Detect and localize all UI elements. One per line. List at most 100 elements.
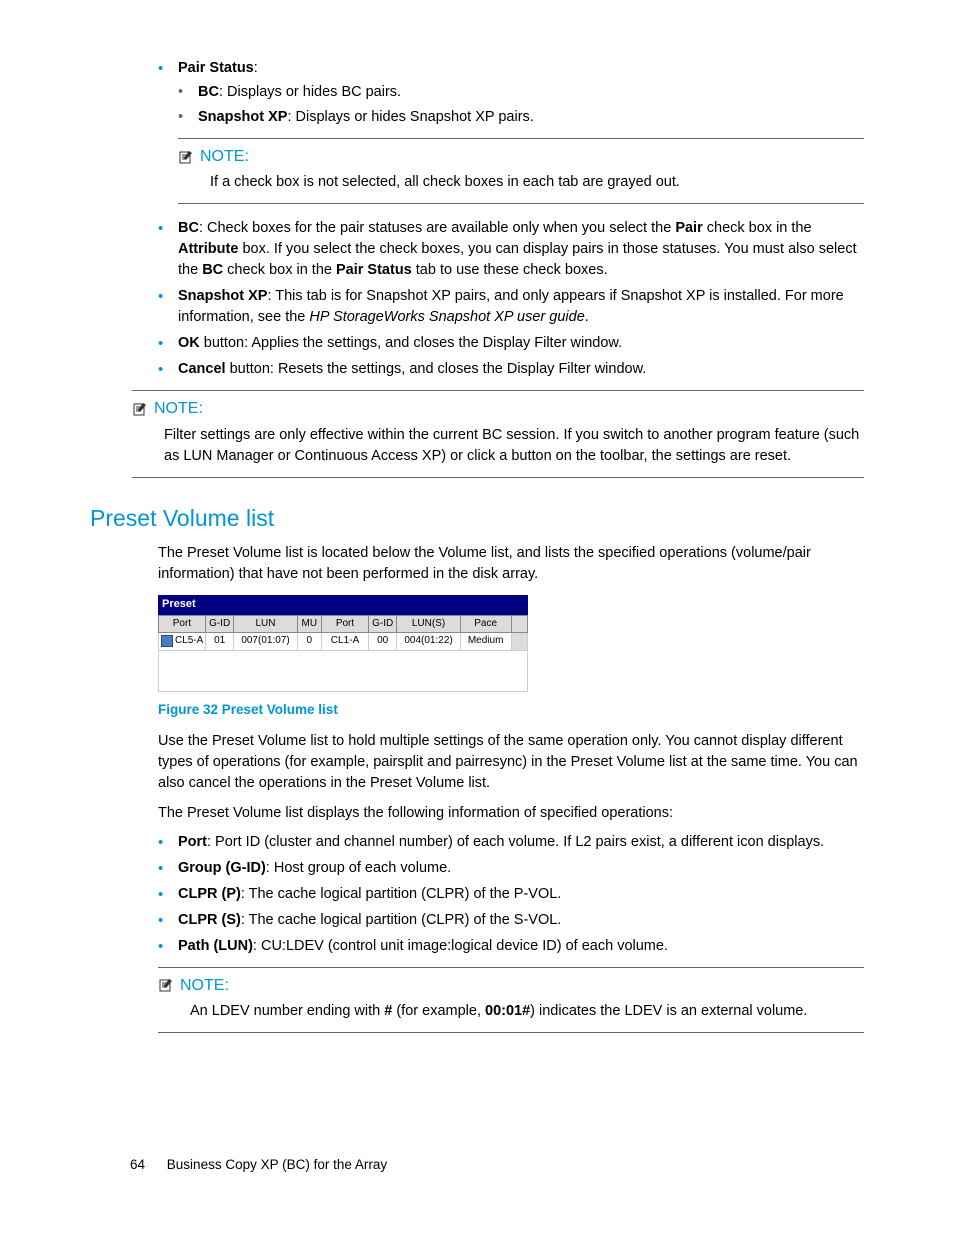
- cell-lun: 007(01:07): [234, 633, 297, 651]
- section-intro: The Preset Volume list is located below …: [158, 543, 864, 585]
- text: 00:01#: [485, 1003, 530, 1019]
- col-scroll: [511, 615, 527, 633]
- volume-icon: [161, 635, 173, 647]
- cell-port: CL5-A: [159, 633, 206, 651]
- col-mu: MU: [297, 615, 321, 633]
- list-item: Pair Status: BC: Displays or hides BC pa…: [158, 58, 864, 128]
- col-gid2: G-ID: [368, 615, 397, 633]
- note-header: NOTE:: [178, 139, 864, 170]
- col-lun: LUN: [234, 615, 297, 633]
- text: Pair Status: [336, 262, 412, 278]
- text: : The cache logical partition (CLPR) of …: [241, 912, 562, 928]
- text: ) indicates the LDEV is an external volu…: [530, 1003, 807, 1019]
- text: : CU:LDEV (control unit image:logical de…: [253, 938, 668, 954]
- cell-port2: CL1-A: [322, 633, 369, 651]
- snapshot-label: Snapshot XP: [198, 109, 287, 125]
- col-port2: Port: [322, 615, 369, 633]
- text: : Displays or hides BC pairs.: [219, 84, 401, 100]
- text: (for example,: [392, 1003, 485, 1019]
- text: button: Resets the settings, and closes …: [226, 361, 647, 377]
- note-icon: [132, 402, 148, 416]
- list-item: Snapshot XP: This tab is for Snapshot XP…: [158, 286, 864, 328]
- text: Cancel: [178, 361, 226, 377]
- text: .: [585, 309, 589, 325]
- page: Pair Status: BC: Displays or hides BC pa…: [0, 0, 954, 1235]
- note-body: If a check box is not selected, all chec…: [178, 170, 864, 203]
- list-item: Group (G-ID): Host group of each volume.: [158, 858, 864, 879]
- note-header: NOTE:: [158, 968, 864, 999]
- note-block-1: NOTE: If a check box is not selected, al…: [178, 138, 864, 204]
- divider: [178, 203, 864, 204]
- col-pace: Pace: [460, 615, 511, 633]
- sub-list: BC: Displays or hides BC pairs. Snapshot…: [178, 82, 864, 128]
- pair-status-label: Pair Status: [178, 60, 254, 76]
- text: tab to use these check boxes.: [412, 262, 608, 278]
- list-item: OK button: Applies the settings, and clo…: [158, 333, 864, 354]
- table-row: CL5-A 01 007(01:07) 0 CL1-A 00 004(01:22…: [159, 633, 528, 651]
- note-icon: [158, 978, 174, 992]
- note-label: NOTE:: [154, 397, 203, 420]
- list-item: BC: Displays or hides BC pairs.: [178, 82, 864, 103]
- text: BC: [178, 220, 199, 236]
- text: Pair: [675, 220, 702, 236]
- text: Snapshot XP: [178, 288, 267, 304]
- preset-table: Preset Port G-ID LUN MU Port G-ID LUN(S)…: [158, 595, 528, 692]
- list-item: BC: Check boxes for the pair statuses ar…: [158, 218, 864, 281]
- text: OK: [178, 335, 200, 351]
- mid-list: BC: Check boxes for the pair statuses ar…: [158, 218, 864, 380]
- text: : The cache logical partition (CLPR) of …: [241, 886, 562, 902]
- bc-label: BC: [198, 84, 219, 100]
- text: CL5-A: [175, 635, 203, 646]
- divider: [158, 1032, 864, 1033]
- preset-empty-area: [158, 651, 528, 692]
- cell-gid: 01: [205, 633, 234, 651]
- table-header-row: Port G-ID LUN MU Port G-ID LUN(S) Pace: [159, 615, 528, 633]
- text: check box in the: [223, 262, 336, 278]
- cell-pace: Medium: [460, 633, 511, 651]
- text: HP StorageWorks Snapshot XP user guide: [309, 309, 584, 325]
- note-header: NOTE:: [132, 391, 864, 422]
- note-label: NOTE:: [200, 145, 249, 168]
- text: check box in the: [703, 220, 812, 236]
- note-block-3: NOTE: An LDEV number ending with # (for …: [158, 967, 864, 1033]
- page-footer: 64 Business Copy XP (BC) for the Array: [130, 1155, 387, 1175]
- text: CLPR (S): [178, 912, 241, 928]
- text: Group (G-ID): [178, 860, 266, 876]
- text: Attribute: [178, 241, 238, 257]
- list-item: Snapshot XP: Displays or hides Snapshot …: [178, 107, 864, 128]
- col-gid: G-ID: [205, 615, 234, 633]
- use-paragraph: Use the Preset Volume list to hold multi…: [158, 731, 864, 794]
- preset-grid: Port G-ID LUN MU Port G-ID LUN(S) Pace C…: [158, 615, 528, 651]
- text: Port: [178, 834, 207, 850]
- list-item: Port: Port ID (cluster and channel numbe…: [158, 832, 864, 853]
- text: : Displays or hides Snapshot XP pairs.: [287, 109, 533, 125]
- info-list: Port: Port ID (cluster and channel numbe…: [158, 832, 864, 957]
- note-label: NOTE:: [180, 974, 229, 997]
- note-block-2: NOTE: Filter settings are only effective…: [132, 390, 864, 477]
- content-column: Pair Status: BC: Displays or hides BC pa…: [158, 58, 864, 1033]
- figure-caption: Figure 32 Preset Volume list: [158, 700, 864, 720]
- text: An LDEV number ending with: [190, 1003, 384, 1019]
- cell-luns: 004(01:22): [397, 633, 460, 651]
- text: : Host group of each volume.: [266, 860, 451, 876]
- page-number: 64: [130, 1157, 145, 1172]
- section-heading: Preset Volume list: [90, 502, 864, 535]
- divider: [132, 477, 864, 478]
- list-item: Path (LUN): CU:LDEV (control unit image:…: [158, 936, 864, 957]
- text: :: [254, 60, 258, 76]
- text: : Check boxes for the pair statuses are …: [199, 220, 675, 236]
- text: Path (LUN): [178, 938, 253, 954]
- list-item: CLPR (S): The cache logical partition (C…: [158, 910, 864, 931]
- cell-gid2: 00: [368, 633, 397, 651]
- text: CLPR (P): [178, 886, 241, 902]
- note-body: Filter settings are only effective withi…: [132, 423, 864, 477]
- note-body: An LDEV number ending with # (for exampl…: [158, 999, 864, 1032]
- text: BC: [202, 262, 223, 278]
- note-icon: [178, 150, 194, 164]
- col-luns: LUN(S): [397, 615, 460, 633]
- text: : Port ID (cluster and channel number) o…: [207, 834, 824, 850]
- cell-mu: 0: [297, 633, 321, 651]
- displays-paragraph: The Preset Volume list displays the foll…: [158, 803, 864, 824]
- footer-title: Business Copy XP (BC) for the Array: [167, 1157, 387, 1172]
- text: button: Applies the settings, and closes…: [200, 335, 622, 351]
